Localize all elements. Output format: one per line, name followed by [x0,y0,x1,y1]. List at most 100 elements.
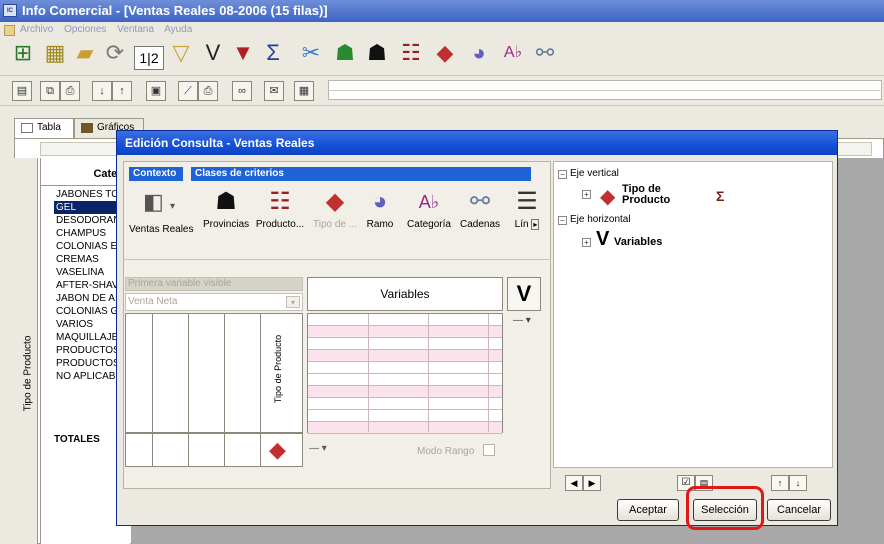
row-dimension-label: Tipo de Producto [22,335,34,412]
window-title: Info Comercial - [Ventas Reales 08-2006 … [22,3,328,18]
row-axis-label: Tipo de Producto [273,334,283,404]
tree-collapse-vertical[interactable]: − [558,170,567,179]
cube-icon: ◧ ▾ [143,189,175,214]
move-left-icon[interactable]: ◀ [565,475,583,491]
menu-ventana[interactable]: Ventana [117,24,154,35]
doc-icon[interactable]: ▤ [12,81,32,101]
variables-icon[interactable]: V [198,40,228,66]
variables-dropdown-icon[interactable]: — ▾ [513,315,531,326]
dialog-titlebar: Edición Consulta - Ventas Reales [117,131,837,155]
menu-ayuda[interactable]: Ayuda [164,24,192,35]
modo-rango-label: Modo Rango [417,446,475,457]
modo-dropdown-icon[interactable]: — ▾ [309,443,327,454]
binoculars-icon[interactable]: ∞ [232,81,252,101]
hierarchy-icon[interactable]: ☷ [396,40,426,66]
criterion-provincias[interactable]: ☗ Provincias [203,187,249,230]
move-up-icon[interactable]: ↑ [771,475,789,491]
abc-icon[interactable]: A♭ [498,40,528,66]
tab-tabla-label: Tabla [37,122,61,133]
move-down-icon[interactable]: ↓ [789,475,807,491]
criterion-label: Categoría [407,219,451,230]
dialog-title: Edición Consulta - Ventas Reales [125,136,315,150]
tree-horizontal-axis[interactable]: Eje horizontal [570,214,631,225]
criterion-ramo[interactable]: ◕ Ramo [363,187,397,230]
criterion-label: Ramo [366,219,394,230]
refresh-icon[interactable]: ⟳ [100,40,130,66]
tree-vertical-axis[interactable]: Eje vertical [570,168,619,179]
scroll-right-icon[interactable]: ▸ [531,219,540,230]
chain-icon: ⚯ [469,188,491,215]
cancel-button[interactable]: Cancelar [767,499,831,521]
save-icon[interactable]: ▣ [146,81,166,101]
row-dimension-header: Tipo de Producto [14,158,38,544]
pyramid-icon[interactable]: ◆ [269,437,286,463]
pie-icon: ◕ [372,188,388,215]
context-item-ventas-reales[interactable]: ◧ ▾ Ventas Reales [129,187,194,235]
pyramid-icon: ◆ [325,188,345,215]
variables-button[interactable]: V [507,277,541,311]
main-toolbar: ⊞ ▦ ▰ ⟳ 1|2 ▽ V ▼ Σ ✂ ☗ ☗ ☷ ◆ ◕ A♭ ⚯ [0,40,884,76]
context-item-label: Ventas Reales [129,224,194,235]
tab-tabla[interactable]: Tabla [14,118,74,138]
criteria-header: Clases de criterios [191,167,531,181]
criterion-label: Lín [514,219,529,230]
lines-icon: ☰ [516,188,538,215]
menu-opciones[interactable]: Opciones [64,24,106,35]
pyramid-icon[interactable]: ◆ [430,40,460,66]
tree-expand-tipo[interactable]: + [582,190,591,199]
hierarchy-icon: ☷ [269,188,291,215]
axes-tree: − Eje vertical + ◆ Tipo de Producto Σ − … [553,161,833,497]
link-icon[interactable]: ✂ [296,40,326,66]
menu-archivo[interactable]: Archivo [20,24,53,35]
variables-header-label: Variables [380,287,430,301]
context-header: Contexto [129,167,183,181]
chart-icon[interactable]: ⟋ [178,81,198,101]
mail-icon[interactable]: ✉ [264,81,284,101]
first-variable-value: Venta Neta [128,296,178,307]
open-folder-icon[interactable]: ▦ [40,40,70,66]
filter-icon[interactable]: ▽ [166,40,196,66]
print-icon[interactable]: ⎙ [60,81,80,101]
sort-desc-icon[interactable]: ↑ [112,81,132,101]
map-spain-icon: ☗ [215,188,237,215]
chart-tab-icon [81,123,93,133]
tree-variables: Variables [614,236,663,248]
criterion-label: Provincias [203,219,250,230]
folder-open-icon[interactable]: ▰ [70,40,100,66]
modo-rango-checkbox[interactable] [483,444,495,456]
calc-icon[interactable]: ▦ [294,81,314,101]
first-variable-select[interactable]: Venta Neta ▾ [125,293,303,311]
filter-red-icon[interactable]: ▼ [228,40,258,66]
move-right-icon[interactable]: ▶ [583,475,601,491]
print2-icon[interactable]: ⎙ [198,81,218,101]
criteria-divider [123,259,551,260]
criterion-categoria[interactable]: A♭ Categoría [403,187,455,230]
chevron-down-icon[interactable]: ▾ [286,296,300,308]
sort-asc-icon[interactable]: ↓ [92,81,112,101]
variables-icon: V [596,228,610,250]
criterion-label: Cadenas [459,219,501,230]
numbers-icon[interactable]: 1|2 [134,46,164,70]
sum-icon[interactable]: Σ [716,188,724,204]
criterion-label: Producto... [255,219,305,230]
totals-label: TOTALES [54,434,100,445]
criterion-tipo[interactable]: ◆ Tipo de ... [313,187,357,230]
tree-collapse-horizontal[interactable]: − [558,216,567,225]
menu-doc-icon [4,25,15,36]
criterion-lineas[interactable]: ☰ Lín ▸ [509,187,545,230]
criterion-label: Tipo de ... [313,219,358,230]
pie-icon[interactable]: ◕ [464,40,494,66]
criterion-cadenas[interactable]: ⚯ Cadenas [459,187,501,230]
secondary-toolbar: ▤ ⧉ ⎙ ↓ ↑ ▣ ⟋ ⎙ ∞ ✉ ▦ [0,76,884,106]
pyramid-icon: ◆ [600,186,616,208]
tree-expand-variables[interactable]: + [582,238,591,247]
chain-icon[interactable]: ⚯ [530,40,560,66]
variables-column-header: Variables [307,277,503,311]
copy-icon[interactable]: ⧉ [40,81,60,101]
accept-button[interactable]: Aceptar [617,499,679,521]
map-spain-icon[interactable]: ☗ [362,40,392,66]
sum-icon[interactable]: Σ [258,40,288,66]
new-query-icon[interactable]: ⊞ [8,40,38,66]
criterion-producto[interactable]: ☷ Producto... [255,187,305,230]
context-icon[interactable]: ☗ [330,40,360,66]
